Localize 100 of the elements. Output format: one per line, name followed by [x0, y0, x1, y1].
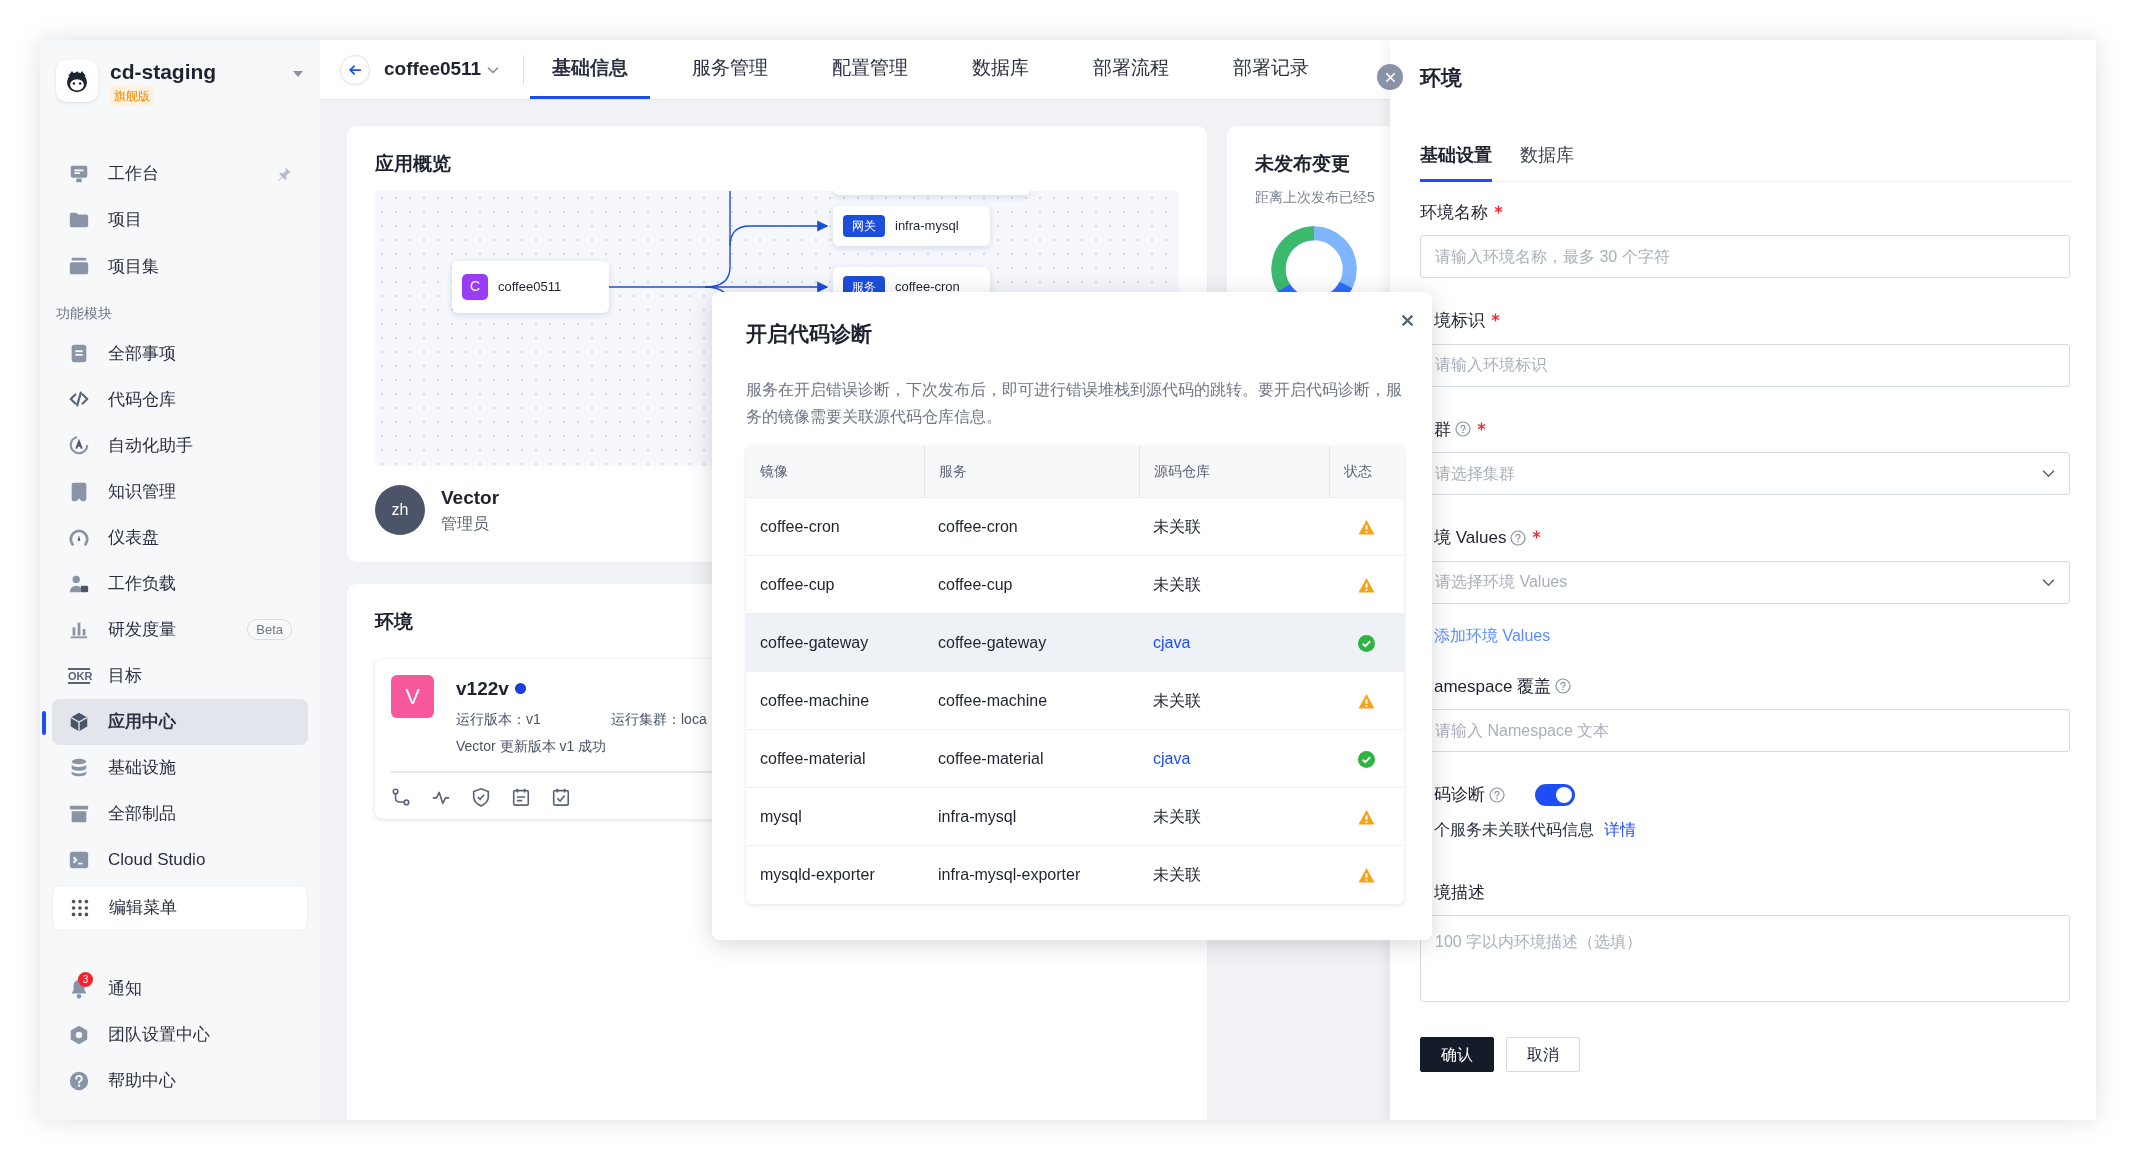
card-title: 未发布变更	[1255, 152, 1351, 176]
drawer-tab[interactable]: 基础设置	[1420, 141, 1492, 182]
back-button[interactable]	[340, 54, 370, 85]
sidebar-item-label: 工作负载	[108, 572, 176, 595]
nav-tab[interactable]: 部署记录	[1211, 40, 1332, 99]
sidebar-item-label: 工作台	[108, 163, 159, 186]
sidebar-item-label: 全部制品	[108, 803, 176, 826]
drawer-title: 环境	[1420, 65, 1463, 91]
sidebar-item-label: 通知	[108, 978, 142, 1000]
sidebar-item-label: 项目	[108, 209, 142, 232]
sidebar-item-label: 编辑菜单	[109, 897, 177, 920]
node-label: coffee-cron	[895, 277, 960, 296]
sidebar-item[interactable]: 项目	[52, 197, 308, 244]
toggle-switch[interactable]	[1535, 783, 1575, 806]
required-icon	[1494, 204, 1503, 214]
sidebar-item-label: 研发度量	[108, 618, 176, 641]
nav-tab[interactable]: 配置管理	[810, 40, 931, 99]
column-header: 服务	[924, 445, 1139, 498]
column-header: 镜像	[746, 445, 924, 498]
confirm-button[interactable]: 确认	[1420, 1037, 1494, 1072]
description-field[interactable]: 100 字以内环境描述（选填）	[1420, 915, 2070, 1002]
input-field[interactable]: 请输入环境名称，最多 30 个字符	[1420, 235, 2070, 278]
run-cluster: 运行集群：loca	[611, 710, 707, 729]
nav-tab[interactable]: 基础信息	[530, 40, 651, 99]
shield-check-icon[interactable]	[471, 787, 491, 807]
sidebar-item[interactable]: 仪表盘	[52, 514, 308, 561]
settings-icon	[68, 1023, 90, 1046]
table-cell: 未关联	[1153, 575, 1201, 593]
table-cell: coffee-cron	[924, 497, 1139, 556]
card-title: 应用概览	[375, 152, 452, 176]
calendar-icon[interactable]	[511, 787, 531, 807]
sidebar-item-label: 知识管理	[108, 480, 176, 503]
sidebar-item[interactable]: 知识管理	[52, 468, 308, 515]
repo-link[interactable]: cjava	[1153, 749, 1191, 767]
details-link[interactable]: 详情	[1604, 820, 1636, 838]
close-icon	[1401, 314, 1414, 328]
sidebar-item[interactable]: 代码仓库	[52, 376, 308, 423]
nav-tab[interactable]: 数据库	[950, 40, 1052, 99]
card-subtitle: 距离上次发布已经5	[1255, 187, 1376, 207]
sidebar-item[interactable]: 工作台	[52, 151, 308, 198]
workspace-logo	[56, 60, 98, 102]
sidebar-item-label: 应用中心	[108, 711, 176, 734]
field-label: 境 Values	[1434, 527, 1507, 549]
sidebar-item[interactable]: 团队设置中心	[52, 1011, 308, 1058]
owner-role: 管理员	[441, 514, 490, 534]
branch-icon[interactable]	[391, 787, 411, 807]
calendar-check-icon[interactable]	[551, 787, 571, 807]
beta-badge: Beta	[247, 618, 292, 641]
sidebar-item-label: 帮助中心	[108, 1070, 176, 1093]
cube-icon	[68, 710, 90, 733]
sidebar-item[interactable]: 项目集	[52, 243, 308, 290]
required-icon	[1491, 313, 1500, 323]
field-label: 码诊断	[1434, 784, 1485, 806]
cancel-button[interactable]: 取消	[1506, 1037, 1580, 1072]
environment-name: v122v	[456, 676, 509, 701]
close-icon	[1384, 71, 1396, 83]
table-cell: 未关联	[1153, 691, 1201, 709]
required-icon	[1477, 421, 1486, 431]
table-cell: coffee-gateway	[746, 613, 924, 672]
app-name[interactable]: coffee0511	[384, 55, 482, 84]
table-cell: coffee-machine	[924, 671, 1139, 730]
sidebar-item[interactable]: OKR 目标	[52, 652, 308, 699]
caret-down-icon	[292, 70, 304, 78]
node-tag: 网关	[843, 214, 885, 237]
sidebar-item[interactable]: 工作负载	[52, 560, 308, 607]
field-label: 群	[1434, 418, 1451, 441]
field-label: amespace 覆盖	[1434, 675, 1552, 698]
drawer-tab[interactable]: 数据库	[1520, 141, 1574, 182]
sidebar-item[interactable]: 自动化助手	[52, 422, 308, 469]
sidebar-item[interactable]: 3 通知	[52, 965, 308, 1012]
sidebar-item[interactable]: 全部制品	[52, 790, 308, 837]
sidebar-item-label: 代码仓库	[108, 388, 176, 411]
chevron-down-icon	[487, 65, 500, 74]
nav-tab[interactable]: 部署流程	[1071, 40, 1192, 99]
sidebar-item[interactable]: 帮助中心	[52, 1057, 308, 1104]
sidebar-item-label: 仪表盘	[108, 526, 159, 549]
sidebar-item[interactable]: Cloud Studio	[52, 836, 308, 884]
sidebar-item[interactable]: 全部事项	[52, 330, 308, 377]
repo-link[interactable]: cjava	[1153, 633, 1191, 651]
nav-tab[interactable]: 服务管理	[670, 40, 791, 99]
edit-menu-button[interactable]: 编辑菜单	[52, 885, 308, 932]
help-icon	[1555, 678, 1572, 695]
table-cell: 未关联	[1153, 807, 1201, 825]
dialog-title: 开启代码诊断	[746, 321, 873, 347]
dialog-description: 服务在开启错误诊断，下次发布后，即可进行错误堆栈到源代码的跳转。要开启代码诊断，服务的镜像需要关联源代码仓库信息。	[746, 379, 1402, 427]
sidebar-item[interactable]: 研发度量 Beta	[52, 606, 308, 653]
table-cell: coffee-material	[746, 729, 924, 788]
sidebar-item[interactable]: 基础设施	[52, 744, 308, 791]
required-icon	[1532, 530, 1542, 540]
table-cell: infra-mysql-exporter	[924, 845, 1139, 904]
sidebar-item-label: 项目集	[108, 255, 159, 278]
section-label: 功能模块	[55, 304, 113, 324]
chevron-down-icon	[2042, 577, 2055, 587]
arrow-left-icon	[348, 62, 362, 77]
card-title: 环境	[375, 610, 414, 634]
table-cell: coffee-gateway	[924, 613, 1139, 672]
sidebar-item-label: 自动化助手	[108, 434, 193, 457]
table-cell: coffee-material	[924, 729, 1139, 788]
sidebar-item-label: Cloud Studio	[108, 849, 206, 872]
table-cell: 未关联	[1153, 517, 1201, 535]
